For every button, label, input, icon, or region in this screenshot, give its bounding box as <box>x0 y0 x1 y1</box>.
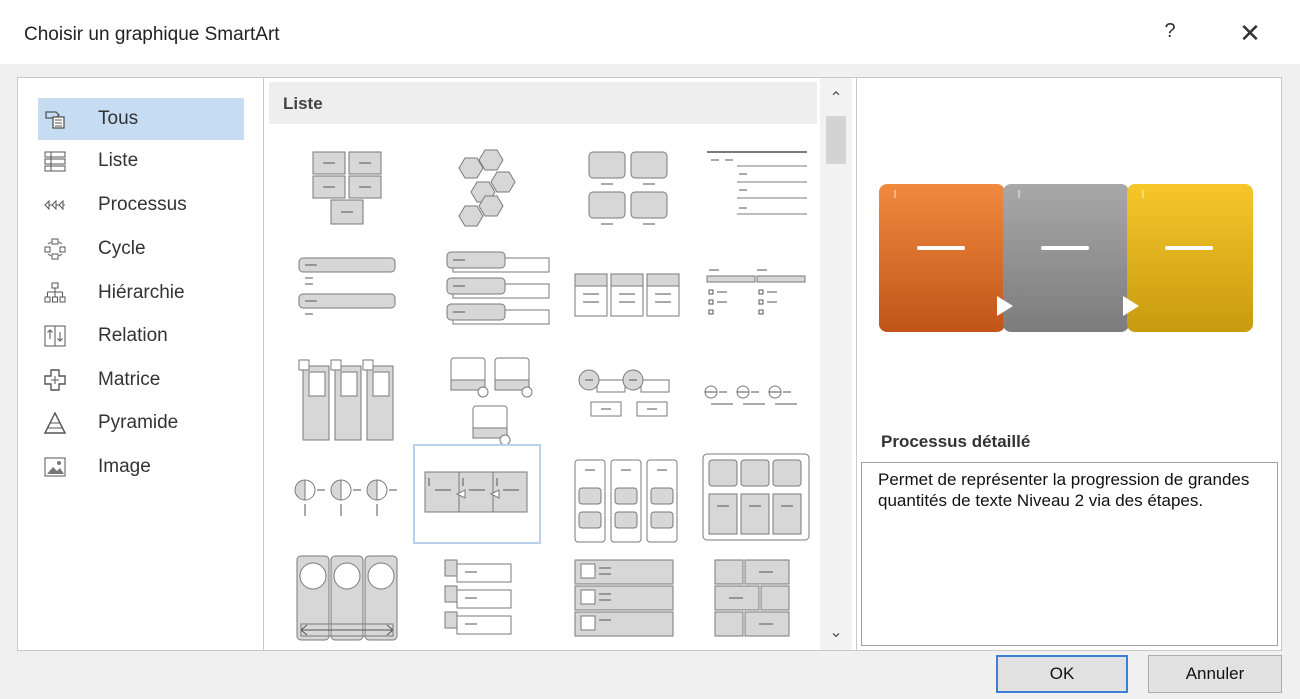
layout-horizontal-bullet-list[interactable] <box>569 248 697 348</box>
category-label: Processus <box>98 194 187 215</box>
category-matrix[interactable]: Matrice <box>38 359 244 401</box>
cancel-button[interactable]: Annuler <box>1148 655 1282 693</box>
category-label: Matrice <box>98 369 161 390</box>
dialog-titlebar: Choisir un graphique SmartArt ? ✕ <box>0 0 1300 64</box>
scroll-up-button[interactable]: ⌃ <box>820 84 852 114</box>
relationship-icon <box>44 325 66 347</box>
step-2-block <box>1003 184 1129 332</box>
all-icon <box>44 108 66 130</box>
category-label: Cycle <box>98 238 146 259</box>
step-1-block <box>879 184 1005 332</box>
category-cycle[interactable]: Cycle <box>38 228 244 270</box>
cycle-icon <box>44 238 66 260</box>
ok-button[interactable]: OK <box>996 655 1128 693</box>
layout-detailed-process-selected[interactable] <box>413 444 541 544</box>
layout-hexagon-list[interactable] <box>429 138 557 238</box>
layout-vertical-bullet-list[interactable] <box>289 248 417 348</box>
preview-panel: Processus détaillé Permet de représenter… <box>856 78 1281 650</box>
category-label: Tous <box>98 108 139 129</box>
category-all[interactable]: Tous <box>38 98 244 140</box>
category-label: Liste <box>98 150 139 171</box>
hierarchy-icon <box>44 282 66 304</box>
help-button[interactable]: ? <box>1158 20 1182 48</box>
layout-bending-picture-list[interactable] <box>429 350 557 450</box>
category-relationship[interactable]: Relation <box>38 315 244 357</box>
matrix-icon <box>44 369 66 391</box>
category-list[interactable]: Liste <box>38 140 244 182</box>
layout-basic-block-list[interactable] <box>289 138 417 238</box>
scroll-down-button[interactable]: ⌄ <box>820 618 852 648</box>
layout-grouped-list[interactable] <box>569 138 697 238</box>
category-label: Image <box>98 456 151 477</box>
layout-tab-list[interactable] <box>569 550 697 650</box>
layout-lined-list[interactable] <box>697 138 825 238</box>
dialog-title: Choisir un graphique SmartArt <box>24 24 280 45</box>
layout-table-list[interactable] <box>697 446 825 546</box>
pyramid-icon <box>44 412 66 434</box>
layout-lined-box-list[interactable] <box>569 446 697 546</box>
category-label: Hiérarchie <box>98 282 185 303</box>
preview-graphic <box>877 178 1257 338</box>
close-button[interactable]: ✕ <box>1236 18 1264 48</box>
category-label: Pyramide <box>98 412 179 433</box>
category-pyramid[interactable]: Pyramide <box>38 402 244 444</box>
layout-square-accent-list[interactable] <box>697 248 825 348</box>
category-label: Relation <box>98 325 168 346</box>
category-process[interactable]: Processus <box>38 184 244 226</box>
step-3-block <box>1127 184 1253 332</box>
scroll-thumb[interactable] <box>826 116 846 164</box>
layout-circle-accent-list[interactable] <box>569 350 697 450</box>
picture-icon <box>44 456 66 478</box>
gallery-scrollbar[interactable]: ⌃ ⌄ <box>820 78 852 650</box>
preview-description: Permet de représenter la progression de … <box>861 462 1278 646</box>
layout-stacked-block-list[interactable] <box>697 550 825 650</box>
category-picture[interactable]: Image <box>38 446 244 488</box>
preview-title: Processus détaillé <box>881 432 1031 451</box>
layout-gallery: Liste ⌃ ⌄ <box>265 78 855 650</box>
layout-half-circle-list[interactable] <box>289 446 417 546</box>
layout-picture-caption-list[interactable] <box>289 350 417 450</box>
category-panel: Tous Liste Processus Cycle Hiérarchie Re… <box>18 78 264 650</box>
list-icon <box>44 150 66 172</box>
layout-circular-picture-callout[interactable] <box>289 550 417 650</box>
dialog-content: Tous Liste Processus Cycle Hiérarchie Re… <box>17 77 1282 651</box>
layout-circle-connector-list[interactable] <box>697 350 825 450</box>
process-icon <box>44 194 66 216</box>
gallery-section-title: Liste <box>283 94 323 113</box>
detailed-process-preview <box>879 184 1253 332</box>
gallery-section-header: Liste <box>269 82 817 124</box>
category-hierarchy[interactable]: Hiérarchie <box>38 272 244 314</box>
layout-vertical-box-list[interactable] <box>429 248 557 348</box>
layout-vertical-bracket-list[interactable] <box>429 550 557 650</box>
